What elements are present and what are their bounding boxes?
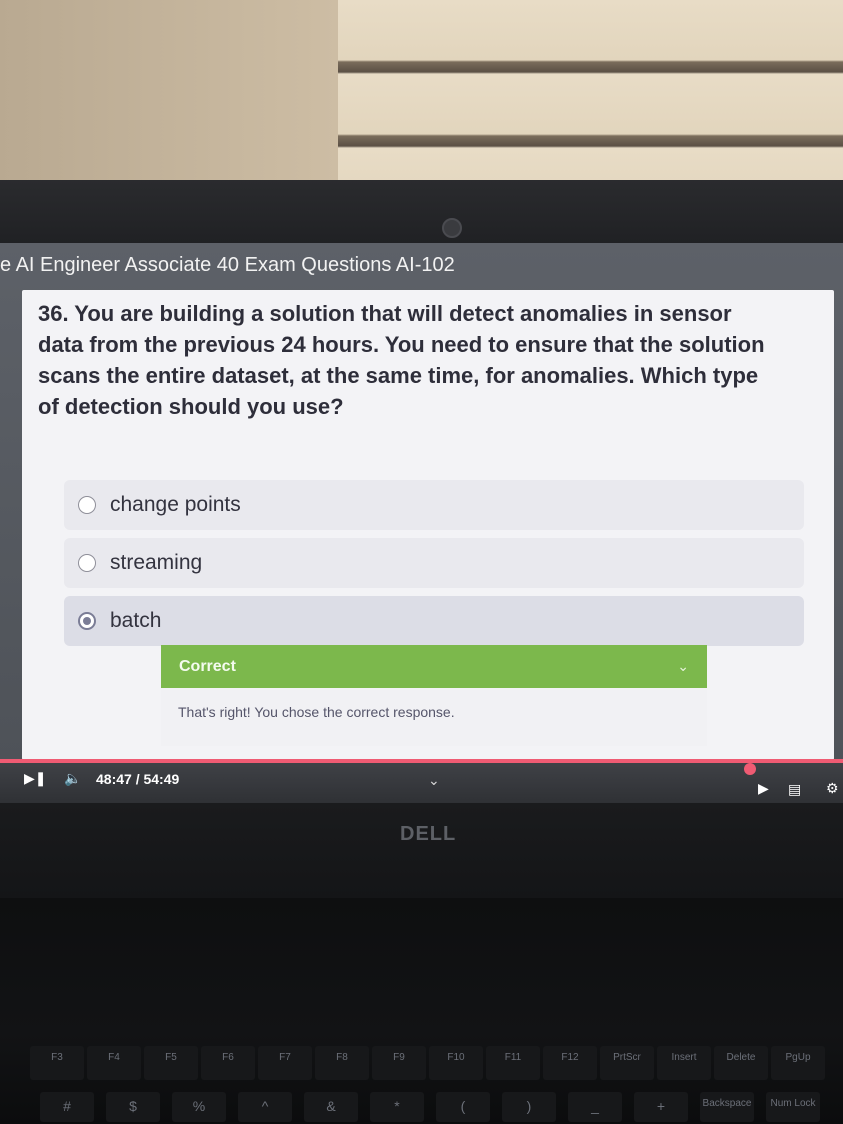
progress-handle[interactable] [744, 763, 756, 775]
key-label: $ [129, 1098, 137, 1114]
key-label: Insert [671, 1052, 697, 1063]
key-label: F12 [561, 1052, 579, 1063]
skip-next-icon[interactable]: ▶❚ [24, 770, 47, 787]
key-label: Delete [726, 1052, 756, 1063]
option-label: batch [110, 609, 162, 632]
key-label: F10 [447, 1052, 465, 1063]
key-label: ( [460, 1098, 466, 1114]
key-f8[interactable]: F8 [315, 1046, 369, 1080]
key-f9[interactable]: F9 [372, 1046, 426, 1080]
key-f12[interactable]: F12 [543, 1046, 597, 1080]
key-f11[interactable]: F11 [486, 1046, 540, 1080]
key-label: Num Lock [770, 1098, 816, 1109]
option-label: streaming [110, 551, 203, 574]
key-f4[interactable]: F4 [87, 1046, 141, 1080]
key-backspace[interactable]: Backspace [700, 1092, 754, 1122]
key-symbol-4[interactable]: & [304, 1092, 358, 1122]
key-label: F5 [165, 1052, 177, 1063]
key-insert[interactable]: Insert [657, 1046, 711, 1080]
progress-bar[interactable] [0, 759, 843, 763]
radio-icon[interactable] [78, 496, 96, 514]
course-title: e AI Engineer Associate 40 Exam Question… [0, 254, 455, 276]
key-label: % [192, 1098, 206, 1114]
keyboard-deck [0, 898, 843, 1124]
laptop-bottom-bezel [0, 803, 843, 898]
radio-icon[interactable] [78, 554, 96, 572]
option-streaming[interactable]: streaming [64, 538, 804, 588]
option-batch[interactable]: batch [64, 596, 804, 646]
key-symbol-8[interactable]: _ [568, 1092, 622, 1122]
feedback-header[interactable]: Correct ⌄ [161, 645, 707, 688]
question-text: 36. You are building a solution that wil… [38, 301, 765, 419]
key-symbol-1[interactable]: $ [106, 1092, 160, 1122]
key-label: F6 [222, 1052, 234, 1063]
option-change-points[interactable]: change points [64, 480, 804, 530]
radio-checked-icon[interactable] [78, 612, 96, 630]
captions-icon[interactable]: ▤ [788, 781, 801, 798]
playback-time: 48:47 / 54:49 [96, 771, 180, 787]
brand-logo: DELL [400, 823, 457, 845]
volume-icon[interactable]: 🔈 [64, 770, 81, 787]
key-label: F7 [279, 1052, 291, 1063]
key-label: F4 [108, 1052, 120, 1063]
feedback-title: Correct [179, 657, 236, 675]
laptop-top-bezel [0, 180, 843, 250]
key-label: PgUp [785, 1052, 811, 1063]
key-symbol-3[interactable]: ^ [238, 1092, 292, 1122]
webcam-icon [442, 218, 462, 238]
key-label: Backspace [702, 1098, 752, 1109]
key-label: ^ [261, 1098, 269, 1114]
key-symbol-9[interactable]: + [634, 1092, 688, 1122]
gear-icon[interactable]: ⚙ [826, 780, 839, 797]
key-symbol-0[interactable]: # [40, 1092, 94, 1122]
key-f5[interactable]: F5 [144, 1046, 198, 1080]
key-f3[interactable]: F3 [30, 1046, 84, 1080]
key-f7[interactable]: F7 [258, 1046, 312, 1080]
key-label: # [63, 1098, 71, 1114]
key-label: ) [526, 1098, 532, 1114]
option-label: change points [110, 493, 241, 516]
key-delete[interactable]: Delete [714, 1046, 768, 1080]
key-label: F9 [393, 1052, 405, 1063]
window-blinds [338, 0, 843, 210]
key-label: * [394, 1098, 400, 1114]
key-f6[interactable]: F6 [201, 1046, 255, 1080]
key-label: F11 [504, 1052, 522, 1063]
key-symbol-5[interactable]: * [370, 1092, 424, 1122]
key-label: & [326, 1098, 336, 1114]
key-symbol-2[interactable]: % [172, 1092, 226, 1122]
key-symbol-6[interactable]: ( [436, 1092, 490, 1122]
key-label: PrtScr [613, 1052, 641, 1063]
chevron-down-icon[interactable]: ⌄ [428, 772, 440, 789]
key-f10[interactable]: F10 [429, 1046, 483, 1080]
key-label: F8 [336, 1052, 348, 1063]
key-num-lock[interactable]: Num Lock [766, 1092, 820, 1122]
key-label: _ [591, 1098, 599, 1114]
chevron-down-icon[interactable]: ⌄ [677, 658, 689, 675]
key-pgup[interactable]: PgUp [771, 1046, 825, 1080]
key-label: F3 [51, 1052, 63, 1063]
key-prtscr[interactable]: PrtScr [600, 1046, 654, 1080]
key-label: + [656, 1098, 666, 1114]
play-icon[interactable]: ▶ [758, 780, 769, 797]
key-symbol-7[interactable]: ) [502, 1092, 556, 1122]
feedback-message: That's right! You chose the correct resp… [178, 704, 455, 720]
